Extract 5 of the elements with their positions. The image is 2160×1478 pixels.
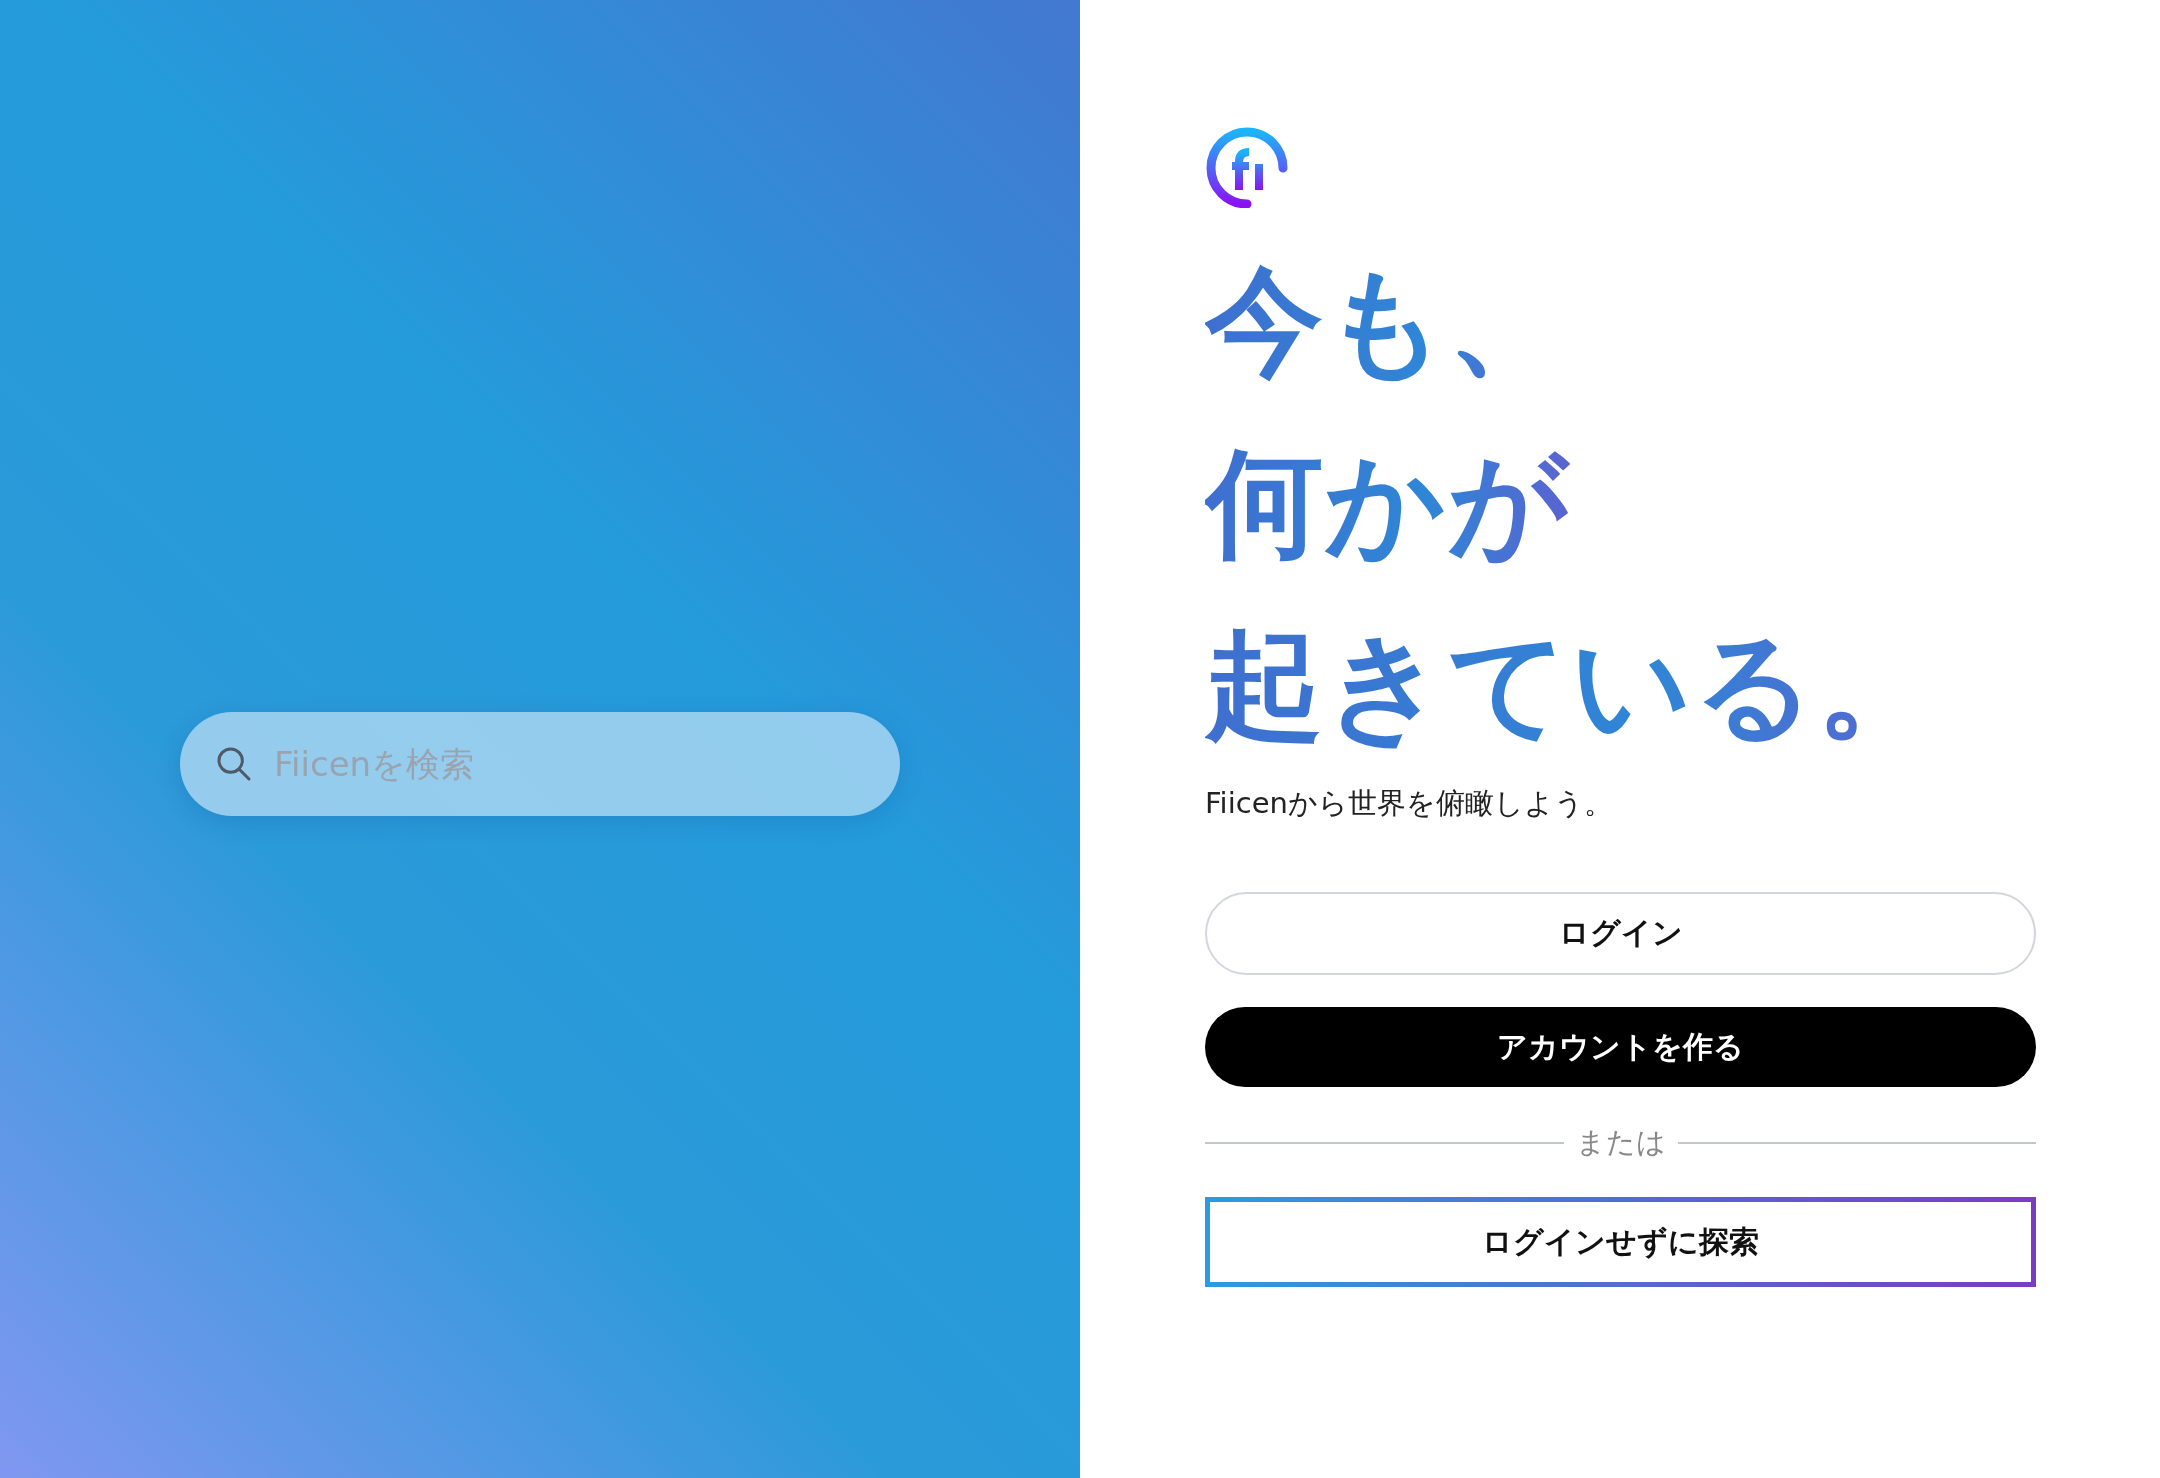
- divider-label: または: [1575, 1124, 1666, 1161]
- login-button[interactable]: ログイン: [1205, 892, 2036, 975]
- tagline: Fiicenから世界を俯瞰しよう。: [1205, 785, 1614, 822]
- search-field[interactable]: Fiicenを検索: [180, 712, 900, 816]
- create-account-button[interactable]: アカウントを作る: [1205, 1007, 2036, 1087]
